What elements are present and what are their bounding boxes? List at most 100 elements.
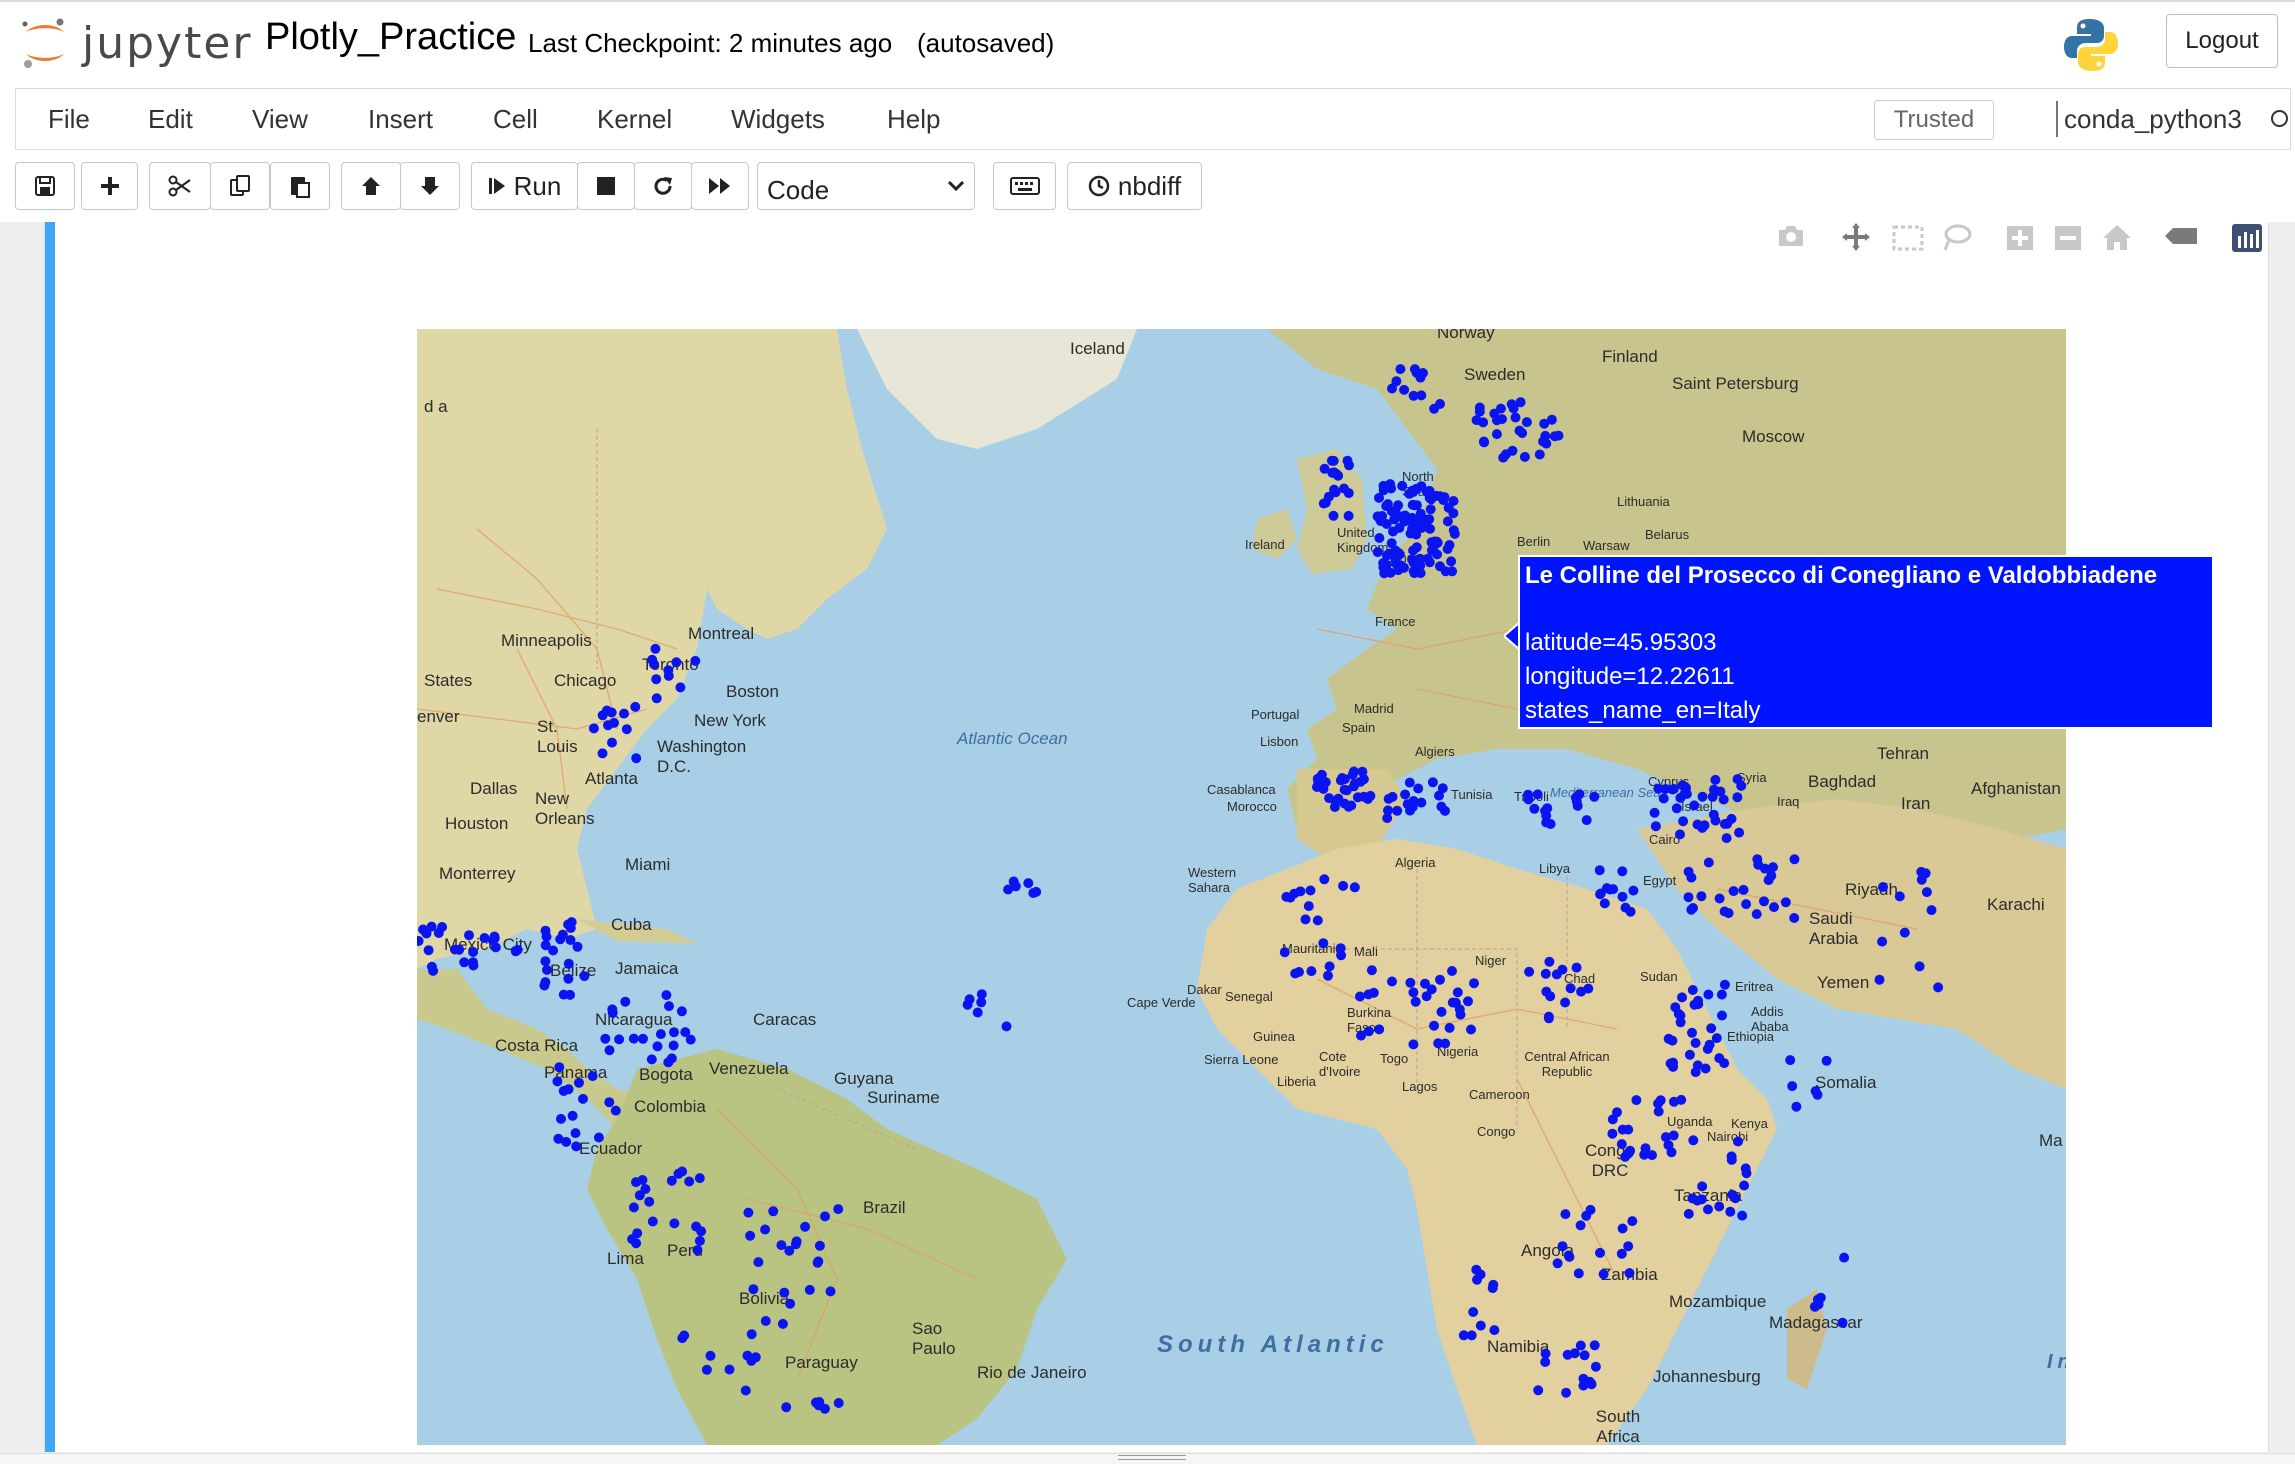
site-marker[interactable] [1737, 1210, 1748, 1221]
site-marker[interactable] [680, 1027, 691, 1038]
site-marker[interactable] [1404, 777, 1415, 788]
site-marker[interactable] [663, 1057, 674, 1068]
site-marker[interactable] [1688, 1135, 1699, 1146]
site-marker[interactable] [1572, 800, 1583, 811]
menu-help[interactable]: Help [887, 104, 940, 135]
site-marker[interactable] [701, 1364, 712, 1375]
site-marker[interactable] [833, 1398, 844, 1408]
site-marker[interactable] [1564, 1251, 1575, 1262]
site-marker[interactable] [1532, 789, 1543, 800]
site-marker[interactable] [1466, 1024, 1476, 1035]
site-marker[interactable] [607, 1007, 618, 1018]
site-marker[interactable] [1687, 1193, 1698, 1204]
site-marker[interactable] [1599, 898, 1610, 909]
site-marker[interactable] [1670, 1002, 1681, 1013]
site-marker[interactable] [1877, 936, 1888, 947]
site-marker[interactable] [777, 1318, 788, 1329]
site-marker[interactable] [1686, 872, 1697, 883]
site-marker[interactable] [976, 997, 987, 1008]
site-marker[interactable] [487, 935, 498, 946]
site-marker[interactable] [540, 940, 551, 951]
site-marker[interactable] [418, 924, 429, 935]
site-marker[interactable] [423, 945, 434, 956]
site-marker[interactable] [1697, 822, 1708, 833]
site-marker[interactable] [600, 1033, 611, 1044]
site-marker[interactable] [671, 657, 682, 668]
site-marker[interactable] [1306, 966, 1317, 977]
site-marker[interactable] [1921, 887, 1932, 898]
move-down-button[interactable] [400, 162, 460, 210]
site-marker[interactable] [813, 1256, 824, 1267]
site-marker[interactable] [604, 1045, 615, 1056]
site-marker[interactable] [652, 1041, 663, 1052]
site-marker[interactable] [540, 977, 551, 988]
site-marker[interactable] [1579, 1350, 1590, 1361]
site-marker[interactable] [724, 1364, 735, 1375]
site-marker[interactable] [1920, 868, 1931, 879]
site-marker[interactable] [1508, 403, 1519, 414]
site-marker[interactable] [1355, 991, 1365, 1002]
site-marker[interactable] [1468, 1307, 1479, 1317]
site-marker[interactable] [1328, 510, 1339, 521]
site-marker[interactable] [1356, 1030, 1366, 1041]
site-marker[interactable] [972, 1007, 983, 1018]
site-marker[interactable] [1540, 1357, 1551, 1367]
site-marker[interactable] [1529, 803, 1540, 814]
site-marker[interactable] [768, 1206, 779, 1217]
site-marker[interactable] [1684, 1049, 1695, 1060]
site-marker[interactable] [690, 655, 701, 666]
site-marker[interactable] [1839, 1252, 1850, 1263]
site-marker[interactable] [1429, 1020, 1439, 1031]
site-marker[interactable] [1324, 793, 1335, 804]
site-marker[interactable] [1491, 429, 1502, 440]
site-marker[interactable] [1702, 1044, 1713, 1054]
site-marker[interactable] [1458, 1330, 1469, 1341]
site-marker[interactable] [1519, 451, 1530, 462]
site-marker[interactable] [1409, 568, 1420, 579]
site-marker[interactable] [1303, 901, 1314, 912]
site-marker[interactable] [676, 1006, 687, 1017]
site-marker[interactable] [1498, 452, 1509, 463]
scatter-geo-map[interactable]: Iceland Norway Sweden Finland Saint Pete… [417, 329, 2066, 1445]
site-marker[interactable] [464, 930, 474, 941]
site-marker[interactable] [1407, 485, 1418, 496]
site-marker[interactable] [1339, 483, 1349, 494]
site-marker[interactable] [621, 724, 632, 735]
site-marker[interactable] [1741, 899, 1752, 910]
site-marker[interactable] [760, 1316, 771, 1326]
site-marker[interactable] [745, 1230, 756, 1241]
site-marker[interactable] [661, 990, 672, 1001]
site-marker[interactable] [1507, 445, 1518, 456]
site-marker[interactable] [1723, 908, 1734, 919]
site-marker[interactable] [1683, 1208, 1694, 1219]
site-marker[interactable] [1285, 892, 1296, 903]
site-marker[interactable] [1343, 510, 1354, 521]
site-marker[interactable] [1426, 984, 1437, 995]
kernel-name[interactable]: conda_python3 [2064, 104, 2242, 135]
site-marker[interactable] [417, 936, 424, 946]
site-marker[interactable] [1730, 1193, 1741, 1204]
site-marker[interactable] [1540, 430, 1551, 441]
site-marker[interactable] [1542, 803, 1553, 814]
site-marker[interactable] [1780, 897, 1791, 908]
site-marker[interactable] [804, 1284, 815, 1295]
site-marker[interactable] [597, 748, 608, 759]
home-icon[interactable] [2101, 222, 2133, 252]
site-marker[interactable] [781, 1402, 792, 1413]
resize-grip-icon[interactable] [1118, 1455, 1186, 1460]
site-marker[interactable] [1894, 891, 1905, 902]
site-marker[interactable] [557, 929, 568, 940]
site-marker[interactable] [1408, 987, 1419, 998]
site-marker[interactable] [1478, 436, 1489, 447]
site-marker[interactable] [556, 1113, 566, 1124]
site-marker[interactable] [1419, 514, 1430, 525]
site-marker[interactable] [579, 971, 590, 982]
site-marker[interactable] [628, 1033, 639, 1044]
run-button[interactable]: Run [471, 162, 578, 210]
site-marker[interactable] [1576, 986, 1587, 997]
site-marker[interactable] [1669, 1096, 1679, 1107]
site-marker[interactable] [1601, 883, 1612, 894]
site-marker[interactable] [1408, 1039, 1419, 1050]
site-marker[interactable] [646, 1054, 657, 1065]
site-marker[interactable] [1697, 791, 1708, 802]
